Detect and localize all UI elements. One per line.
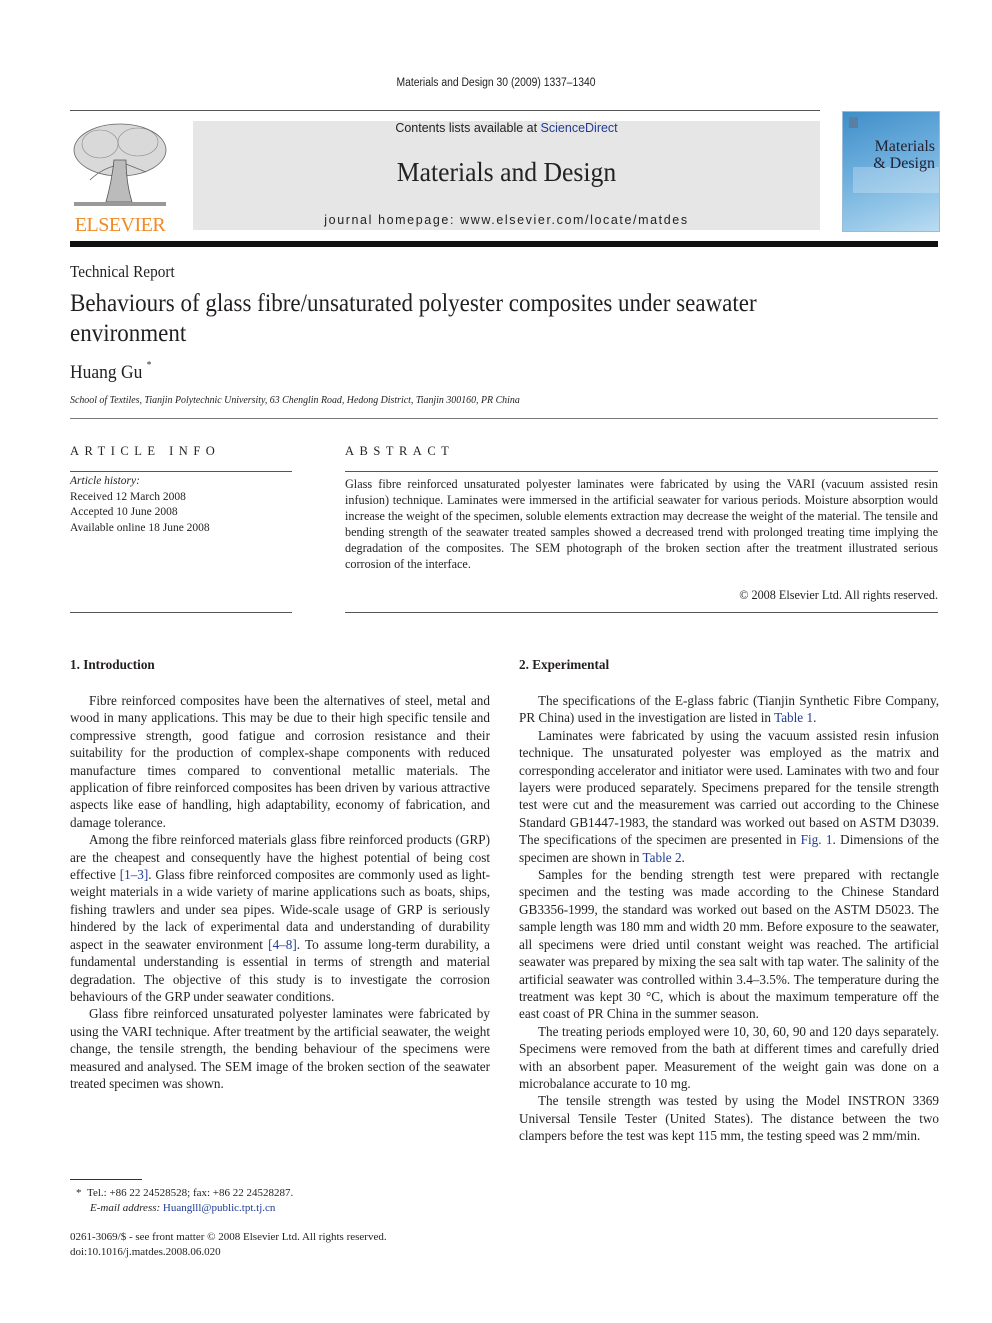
top-rule: [70, 110, 820, 111]
cover-elsevier-icon: [849, 117, 858, 128]
exp-paragraph-2: Laminates were fabricated by using the v…: [519, 727, 939, 866]
header-thick-rule: [70, 241, 938, 247]
cover-title: Materials & Design: [843, 138, 935, 172]
journal-cover-thumbnail[interactable]: Materials & Design: [842, 111, 940, 232]
sciencedirect-link[interactable]: ScienceDirect: [541, 121, 618, 135]
article-info-heading: ARTICLE INFO: [70, 444, 221, 458]
author-name: Huang Gu *: [70, 360, 152, 384]
table-1-link[interactable]: Table 1: [774, 710, 813, 725]
contents-line: Contents lists available at ScienceDirec…: [193, 121, 820, 135]
exp-paragraph-1: The specifications of the E-glass fabric…: [519, 692, 939, 727]
footnote-contact-text: Tel.: +86 22 24528528; fax: +86 22 24528…: [87, 1187, 294, 1199]
email-label: E-mail address:: [90, 1201, 163, 1214]
article-history: Article history: Received 12 March 2008 …: [70, 474, 210, 536]
article-title: Behaviours of glass fibre/unsaturated po…: [70, 290, 757, 347]
table-2-link[interactable]: Table 2: [643, 850, 682, 865]
history-label: Article history:: [70, 475, 140, 487]
cover-title-line1: Materials: [874, 138, 935, 155]
footnote-rule: [70, 1179, 142, 1180]
fig-1-link[interactable]: Fig. 1: [801, 832, 833, 847]
received-date: Received 12 March 2008: [70, 490, 186, 503]
abstract-text: Glass fibre reinforced unsaturated polye…: [345, 477, 938, 571]
intro-paragraph-2: Among the fibre reinforced materials gla…: [70, 831, 490, 1005]
elsevier-tree-icon: [73, 123, 167, 206]
author-text: Huang Gu: [70, 362, 143, 383]
abstract-rule-top: [345, 471, 938, 472]
exp-p1-text-b: .: [813, 710, 817, 726]
article-type: Technical Report: [70, 262, 175, 281]
exp-p2-text-c: .: [681, 849, 685, 865]
running-head: Materials and Design 30 (2009) 1337–1340: [396, 77, 596, 89]
citation-link-4-8[interactable]: [4–8]: [268, 937, 297, 952]
journal-title: Materials and Design: [396, 157, 617, 187]
citation-link-1-3[interactable]: [1–3]: [120, 867, 149, 882]
issn-line: 0261-3069/$ - see front matter © 2008 El…: [70, 1231, 387, 1243]
exp-p2-text-a: Laminates were fabricated by using the v…: [519, 727, 939, 848]
exp-p1-text-a: The specifications of the E-glass fabric…: [519, 693, 939, 726]
email-link[interactable]: Huanglll@public.tpt.tj.cn: [163, 1202, 275, 1214]
abstract-rule-bottom: [345, 612, 938, 613]
footnote-mark: *: [76, 1187, 82, 1199]
footnote-email-line: E-mail address: Huanglll@public.tpt.tj.c…: [76, 1201, 293, 1216]
author-footnote-mark[interactable]: *: [147, 360, 152, 371]
journal-homepage-link[interactable]: journal homepage: www.elsevier.com/locat…: [193, 213, 820, 227]
author-footnote: * Tel.: +86 22 24528528; fax: +86 22 245…: [76, 1186, 293, 1215]
intro-paragraph-1: Fibre reinforced composites have been th…: [70, 693, 490, 830]
exp-paragraph-5: The tensile strength was tested by using…: [519, 1093, 939, 1144]
elsevier-wordmark: ELSEVIER: [74, 214, 166, 236]
contents-prefix: Contents lists available at: [395, 121, 541, 135]
article-info-rule-top: [70, 471, 292, 472]
doi-line[interactable]: doi:10.1016/j.matdes.2008.06.020: [70, 1245, 387, 1260]
elsevier-logo[interactable]: ELSEVIER: [70, 120, 170, 236]
author-affiliation: School of Textiles, Tianjin Polytechnic …: [70, 394, 520, 406]
affiliation-rule: [70, 418, 938, 419]
footnote-contact: * Tel.: +86 22 24528528; fax: +86 22 245…: [76, 1186, 293, 1201]
intro-paragraph-3: Glass fibre reinforced unsaturated polye…: [70, 1006, 490, 1091]
abstract-heading: ABSTRACT: [345, 444, 455, 458]
exp-paragraph-3: Samples for the bending strength test we…: [519, 867, 939, 1022]
experimental-heading: 2. Experimental: [519, 657, 610, 672]
introduction-heading: 1. Introduction: [70, 657, 155, 672]
exp-paragraph-4: The treating periods employed were 10, 3…: [519, 1023, 939, 1091]
abstract-copyright: © 2008 Elsevier Ltd. All rights reserved…: [739, 588, 938, 602]
accepted-date: Accepted 10 June 2008: [70, 506, 178, 518]
journal-banner: Contents lists available at ScienceDirec…: [193, 121, 820, 230]
cover-title-line2: & Design: [873, 155, 935, 172]
front-matter: 0261-3069/$ - see front matter © 2008 El…: [70, 1230, 387, 1259]
article-info-rule-bottom: [70, 612, 292, 613]
experimental-body: The specifications of the E-glass fabric…: [519, 692, 939, 1145]
introduction-body: Fibre reinforced composites have been th…: [70, 692, 490, 1092]
online-date: Available online 18 June 2008: [70, 521, 210, 534]
